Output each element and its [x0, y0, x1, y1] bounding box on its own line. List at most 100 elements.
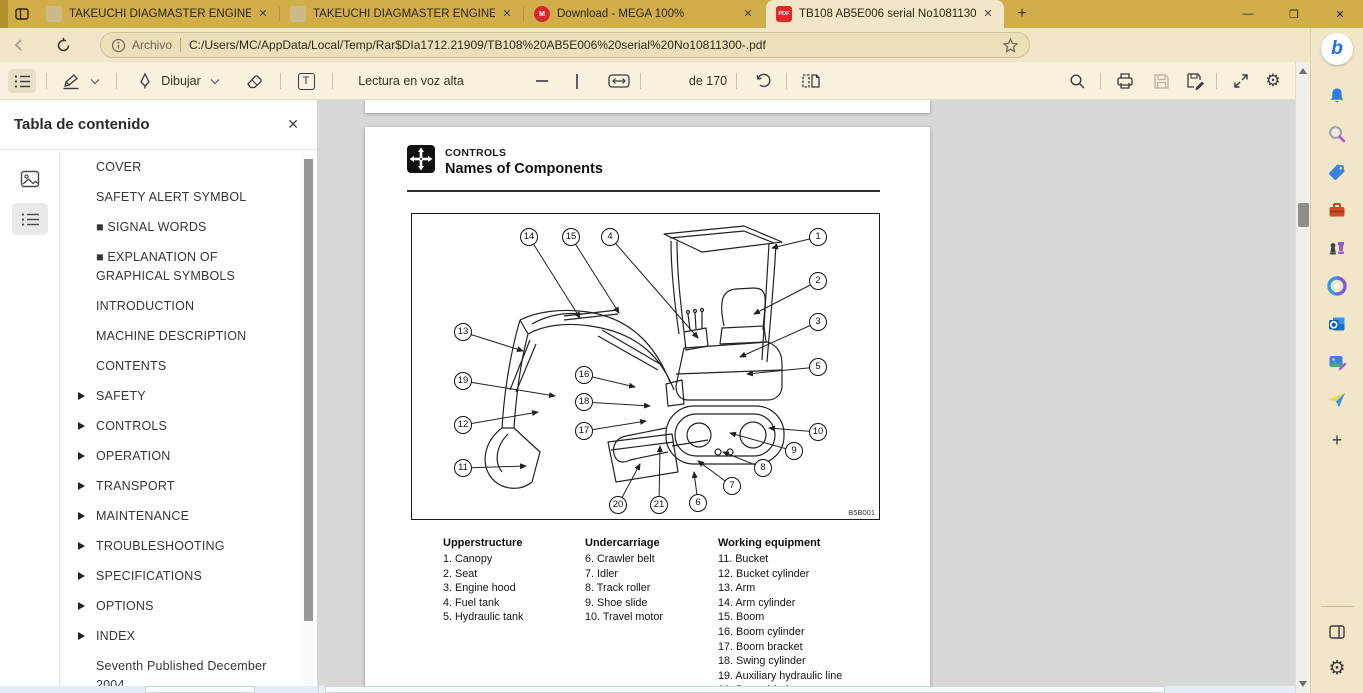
zoom-level-caret[interactable]	[572, 69, 582, 93]
toc-toggle-button[interactable]	[8, 69, 36, 93]
expand-arrow-icon[interactable]	[78, 542, 85, 550]
expand-arrow-icon[interactable]	[78, 422, 85, 430]
toc-item-troubleshooting[interactable]: TROUBLESHOOTING	[78, 537, 290, 556]
toc-item-specifications[interactable]: SPECIFICATIONS	[78, 567, 290, 586]
new-tab-button[interactable]: +	[1010, 3, 1034, 25]
tab-mega-download[interactable]: M Download - MEGA 100% ✕	[524, 0, 764, 28]
refresh-button[interactable]	[50, 32, 76, 58]
expand-arrow-icon[interactable]	[78, 392, 85, 400]
tools-button[interactable]	[1321, 194, 1353, 226]
expand-arrow-icon[interactable]	[78, 512, 85, 520]
fit-to-width-button[interactable]	[604, 69, 634, 93]
fullscreen-button[interactable]	[1226, 69, 1256, 93]
toc-item-safety-alert-symbol[interactable]: SAFETY ALERT SYMBOL	[78, 188, 290, 207]
tab-close-icon[interactable]: ✕	[255, 6, 271, 22]
erase-button[interactable]	[240, 69, 268, 93]
diagram-callout-18: 18	[575, 393, 593, 411]
sidebar-search-button[interactable]	[1321, 118, 1353, 150]
toc-item-controls[interactable]: CONTROLS	[78, 417, 290, 436]
outlook-button[interactable]	[1321, 308, 1353, 340]
notifications-button[interactable]	[1321, 80, 1353, 112]
toc-item-signal-words[interactable]: ■ SIGNAL WORDS	[78, 218, 290, 237]
component-item: 1. Canopy	[443, 552, 523, 567]
pill-divider	[180, 38, 181, 52]
diagram-callout-12: 12	[454, 416, 472, 434]
tab-takeuchi-1[interactable]: TAKEUCHI DIAGMASTER ENGINE ✕	[36, 0, 279, 28]
toc-horizontal-scrollbar[interactable]	[0, 686, 318, 693]
print-button[interactable]	[1110, 69, 1140, 93]
tab-takeuchi-2[interactable]: TAKEUCHI DIAGMASTER ENGINE ✕	[280, 0, 523, 28]
pdf-viewer[interactable]: CONTROLS Names of Components	[319, 100, 1295, 693]
scroll-up-arrow[interactable]	[1299, 68, 1307, 74]
toc-item-safety[interactable]: SAFETY	[78, 387, 290, 406]
close-button[interactable]: ✕	[1317, 0, 1363, 28]
draw-pen-icon	[136, 72, 154, 90]
expand-arrow-icon[interactable]	[78, 602, 85, 610]
rotate-button[interactable]	[748, 69, 778, 93]
expand-arrow-icon[interactable]	[78, 572, 85, 580]
copilot-button[interactable]: b	[1321, 33, 1353, 65]
figure-code: B5B001	[848, 508, 875, 517]
pdf-hscrollbar-thumb[interactable]	[325, 686, 1165, 693]
microsoft-365-button[interactable]	[1321, 270, 1353, 302]
draw-button[interactable]: Dibujar	[130, 69, 226, 93]
toc-item-maintenance[interactable]: MAINTENANCE	[78, 507, 290, 526]
sidebar-panel-button[interactable]	[1321, 616, 1353, 648]
expand-arrow-icon[interactable]	[78, 632, 85, 640]
toc-hscrollbar-thumb[interactable]	[145, 686, 255, 693]
outline-view-button[interactable]	[12, 203, 48, 235]
sidebar-settings-button[interactable]: ⚙	[1321, 652, 1353, 684]
highlight-options-button[interactable]	[86, 69, 104, 93]
url-text[interactable]: C:/Users/MC/AppData/Local/Temp/Rar$DIa17…	[189, 38, 1002, 52]
thumbnails-view-button[interactable]	[12, 163, 48, 195]
expand-arrow-icon[interactable]	[78, 482, 85, 490]
pdf-settings-button[interactable]: ⚙	[1258, 69, 1288, 93]
print-icon	[1116, 72, 1134, 90]
toc-item-published-note[interactable]: Seventh Published December 2004	[78, 657, 290, 686]
tab-actions-button[interactable]	[11, 4, 33, 24]
toc-item-transport[interactable]: TRANSPORT	[78, 477, 290, 496]
designer-button[interactable]	[1321, 346, 1353, 378]
sidebar-add-button[interactable]: +	[1321, 424, 1353, 456]
read-aloud-button[interactable]: Lectura en voz alta	[346, 69, 476, 93]
toc-vertical-scrollbar[interactable]	[303, 155, 314, 686]
tab-close-icon[interactable]: ✕	[740, 6, 756, 22]
shopping-button[interactable]	[1321, 156, 1353, 188]
address-field[interactable]: Archivo C:/Users/MC/AppData/Local/Temp/R…	[100, 32, 1030, 58]
toc-item-machine-description[interactable]: MACHINE DESCRIPTION	[78, 327, 290, 346]
pdf-scrollbar-thumb[interactable]	[1298, 203, 1309, 227]
toc-item-operation[interactable]: OPERATION	[78, 447, 290, 466]
tab-close-icon[interactable]: ✕	[980, 6, 996, 22]
favorite-star-icon[interactable]	[1002, 37, 1019, 54]
outline-list-icon	[21, 212, 40, 227]
maximize-button[interactable]: ❐	[1271, 0, 1317, 28]
toc-item-cover[interactable]: COVER	[78, 158, 290, 177]
toc-item-introduction[interactable]: INTRODUCTION	[78, 297, 290, 316]
toc-close-button[interactable]: ✕	[287, 116, 299, 133]
group-list-upperstructure: 1. Canopy 2. Seat 3. Engine hood 4. Fuel…	[443, 552, 523, 625]
pdf-horizontal-scrollbar[interactable]	[319, 686, 1295, 693]
zoom-out-button[interactable]	[530, 69, 554, 93]
pdf-vertical-scrollbar[interactable]	[1295, 62, 1310, 693]
info-icon[interactable]	[111, 38, 126, 53]
toc-scrollbar-thumb[interactable]	[304, 159, 313, 621]
tab-close-icon[interactable]: ✕	[499, 6, 515, 22]
games-button[interactable]	[1321, 232, 1353, 264]
toc-item-options[interactable]: OPTIONS	[78, 597, 290, 616]
add-text-button[interactable]: T	[292, 69, 320, 93]
toc-item-index[interactable]: INDEX	[78, 627, 290, 646]
page-view-button[interactable]	[796, 69, 826, 93]
drop-button[interactable]	[1321, 384, 1353, 416]
tab-pdf-active[interactable]: PDF TB108 AB5E006 serial No1081130 ✕	[766, 0, 1004, 28]
search-document-button[interactable]	[1063, 69, 1091, 93]
minimize-button[interactable]: —	[1225, 0, 1271, 28]
toc-item-contents[interactable]: CONTENTS	[78, 357, 290, 376]
scroll-down-arrow[interactable]	[1299, 681, 1307, 687]
save-as-button[interactable]	[1180, 69, 1210, 93]
window-edge	[0, 0, 8, 28]
toc-panel: Tabla de contenido ✕ COVER SAFETY ALERT …	[0, 100, 318, 693]
toc-item-explanation-graphical-symbols[interactable]: ■ EXPLANATION OF GRAPHICAL SYMBOLS	[78, 248, 290, 286]
expand-arrow-icon[interactable]	[78, 452, 85, 460]
back-button[interactable]	[6, 32, 32, 58]
highlight-button[interactable]	[58, 69, 84, 93]
